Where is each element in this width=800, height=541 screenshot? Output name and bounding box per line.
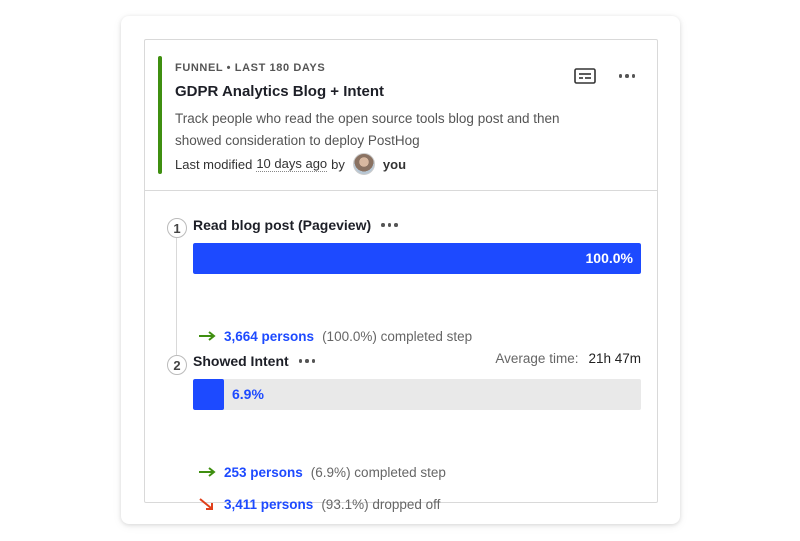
step-connector <box>176 236 177 366</box>
step-1-title: Read blog post (Pageview) <box>193 217 398 233</box>
step-name: Read blog post (Pageview) <box>193 217 372 233</box>
modified-user: you <box>382 156 407 172</box>
step-more-icon[interactable] <box>381 223 398 227</box>
step-number: 2 <box>167 355 187 375</box>
arrow-down-right-icon <box>199 498 213 510</box>
modified-by: by <box>331 156 345 172</box>
average-time-label: Average time: <box>495 351 579 366</box>
funnel-steps: 1 Read blog post (Pageview) 100.0% 3,664… <box>145 191 657 512</box>
insight-card: FUNNEL • LAST 180 DAYS GDPR Analytics Bl… <box>121 16 680 524</box>
average-time: Average time: 21h 47m <box>495 351 641 366</box>
step-number: 1 <box>167 218 187 238</box>
step-2-percent: 6.9% <box>232 386 264 402</box>
more-options-button[interactable] <box>615 66 639 86</box>
modified-time: 10 days ago <box>256 156 328 172</box>
step-2-completed: 253 persons (6.9%) completed step <box>198 462 446 482</box>
step-1-bar-fill <box>193 243 641 274</box>
subtitles-icon <box>574 68 596 84</box>
subtitles-button[interactable] <box>573 66 597 86</box>
last-modified: Last modified 10 days ago by you <box>175 152 406 176</box>
completed-count[interactable]: 253 persons <box>224 465 303 480</box>
avatar <box>352 153 375 175</box>
completed-detail: (100.0%) completed step <box>322 328 473 344</box>
arrow-right-icon <box>199 467 216 477</box>
step-1-bar[interactable]: 100.0% <box>193 243 641 274</box>
step-name: Showed Intent <box>193 353 289 369</box>
step-2-title: Showed Intent <box>193 353 316 369</box>
dropped-count[interactable]: 3,411 persons <box>224 497 313 512</box>
insight-title[interactable]: GDPR Analytics Blog + Intent <box>175 83 384 100</box>
funnel-card: FUNNEL • LAST 180 DAYS GDPR Analytics Bl… <box>144 39 658 512</box>
arrow-right-icon <box>199 331 216 341</box>
step-2-bar-fill <box>193 379 224 410</box>
completed-detail: (6.9%) completed step <box>310 464 446 480</box>
step-1-percent: 100.0% <box>585 250 633 266</box>
insight-meta: FUNNEL • LAST 180 DAYS <box>175 62 326 74</box>
accent-bar <box>158 56 162 174</box>
dropped-detail: (93.1%) dropped off <box>321 496 441 512</box>
step-2-bar[interactable]: 6.9% <box>193 379 641 410</box>
step-more-icon[interactable] <box>298 359 316 363</box>
completed-count[interactable]: 3,664 persons <box>224 329 314 344</box>
card-header: FUNNEL • LAST 180 DAYS GDPR Analytics Bl… <box>145 40 657 191</box>
modified-prefix: Last modified <box>175 156 253 172</box>
step-1-completed: 3,664 persons (100.0%) completed step <box>198 326 472 346</box>
average-time-value: 21h 47m <box>588 351 641 366</box>
more-icon <box>618 74 636 78</box>
insight-description: Track people who read the open source to… <box>175 111 560 148</box>
step-2-dropped: 3,411 persons (93.1%) dropped off <box>198 494 440 514</box>
